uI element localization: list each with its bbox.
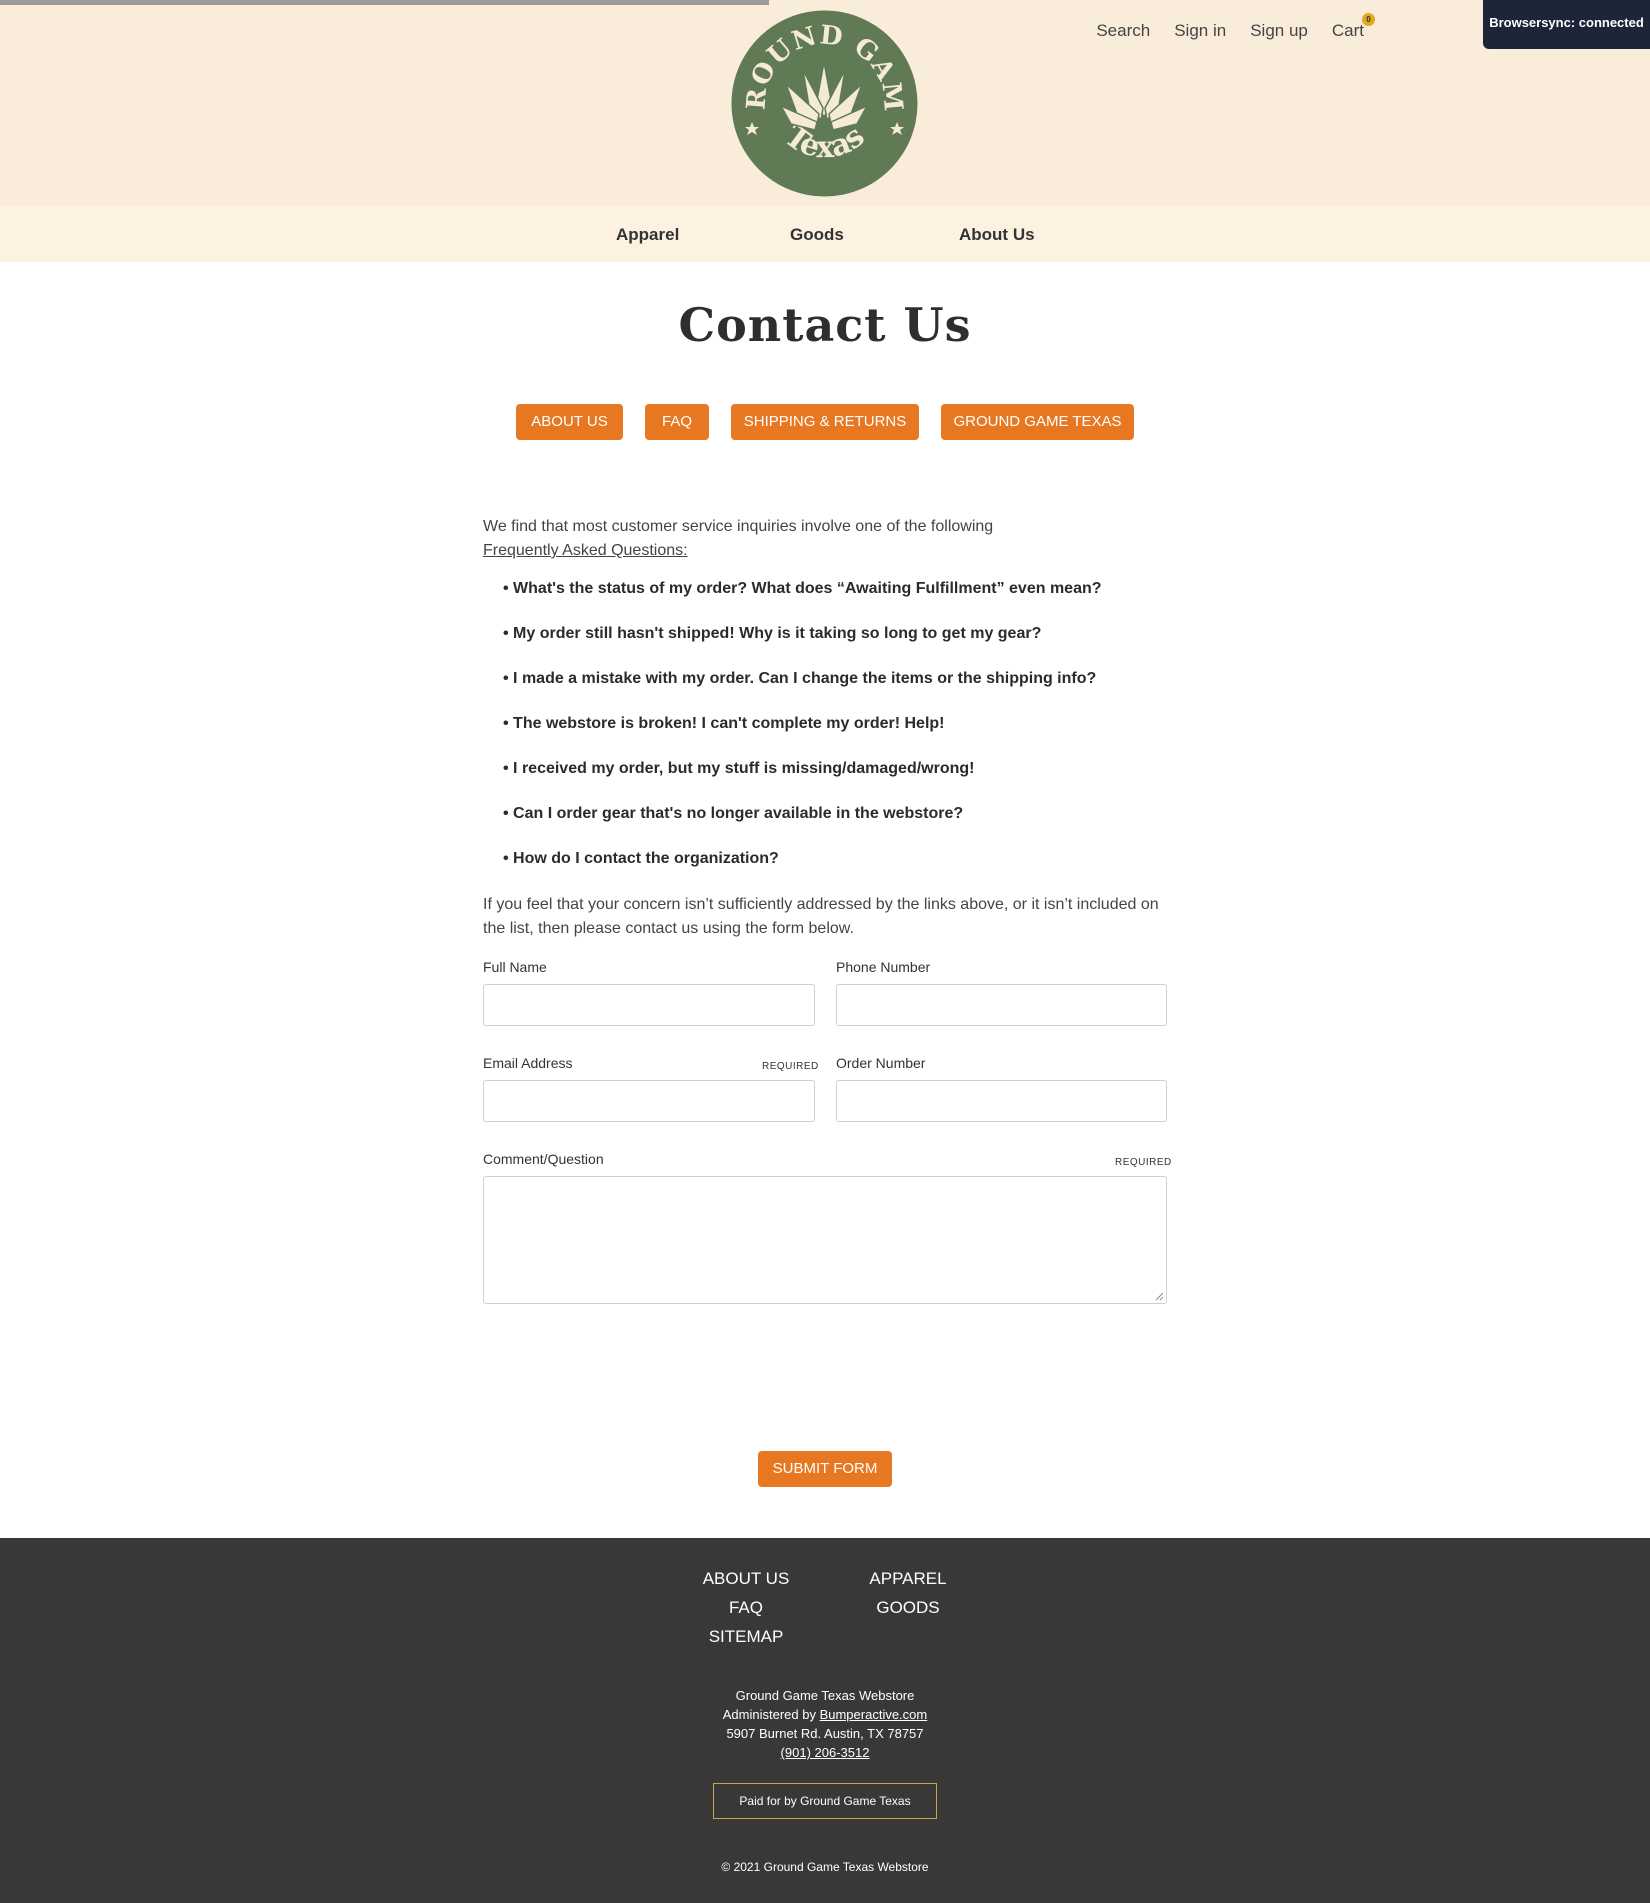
browsersync-notification: Browsersync: connected: [1483, 0, 1650, 49]
email-label: Email Address: [483, 1055, 573, 1071]
phone-label: Phone Number: [836, 959, 931, 975]
intro-sentence: We find that most customer service inqui…: [483, 518, 994, 535]
faq-list: • What's the status of my order? What do…: [483, 579, 1167, 894]
sign-up-link[interactable]: Sign up: [1250, 21, 1308, 41]
order-number-label: Order Number: [836, 1055, 926, 1071]
footer-store-name: Ground Game Texas Webstore: [735, 1688, 915, 1703]
order-number-input[interactable]: [836, 1080, 1167, 1122]
comment-required-tag: REQUIRED: [1115, 1157, 1172, 1168]
comment-label: Comment/Question: [483, 1151, 604, 1167]
footer-phone-link[interactable]: (901) 206-3512: [781, 1745, 870, 1760]
comment-textarea[interactable]: [483, 1176, 1167, 1304]
cart-link[interactable]: Cart 0: [1331, 13, 1375, 41]
nav-goods[interactable]: Goods: [790, 225, 844, 245]
footer-link-about-us[interactable]: ABOUT US: [696, 1569, 796, 1589]
concern-text: If you feel that your concern isn’t suff…: [483, 896, 1159, 937]
faq-item[interactable]: • Can I order gear that's no longer avai…: [483, 804, 1167, 849]
faq-item[interactable]: • I received my order, but my stuff is m…: [483, 759, 1167, 804]
footer-store-info: Ground Game Texas Webstore Administered …: [0, 1686, 1650, 1762]
faq-item[interactable]: • What's the status of my order? What do…: [483, 579, 1167, 624]
administered-prefix: Administered by: [722, 1707, 820, 1722]
faq-item[interactable]: • How do I contact the organization?: [483, 849, 1167, 894]
faq-link[interactable]: Frequently Asked Questions:: [483, 542, 688, 559]
resize-handle-icon[interactable]: [1155, 1292, 1164, 1301]
phone-input[interactable]: [836, 984, 1167, 1026]
page-load-progress-bar: [0, 0, 769, 5]
full-name-input[interactable]: [483, 984, 815, 1026]
paid-for-disclaimer: Paid for by Ground Game Texas: [713, 1783, 937, 1819]
footer-link-goods[interactable]: GOODS: [858, 1598, 958, 1618]
site-header: GROUND GAME Texas Search Sign in Sign up…: [0, 0, 1650, 206]
site-footer: ABOUT US FAQ SITEMAP APPAREL GOODS Groun…: [0, 1538, 1650, 1903]
page-title: Contact Us: [678, 298, 972, 352]
faq-item[interactable]: • I made a mistake with my order. Can I …: [483, 669, 1167, 714]
faq-button[interactable]: FAQ: [645, 404, 709, 440]
cart-label: Cart: [1331, 21, 1364, 40]
nav-about-us[interactable]: About Us: [959, 225, 1035, 245]
shipping-returns-button[interactable]: SHIPPING & RETURNS: [731, 404, 919, 440]
faq-item[interactable]: • My order still hasn't shipped! Why is …: [483, 624, 1167, 669]
submit-form-button[interactable]: SUBMIT FORM: [758, 1451, 892, 1487]
sign-in-link[interactable]: Sign in: [1174, 21, 1226, 41]
copyright-text: © 2021 Ground Game Texas Webstore: [721, 1860, 929, 1874]
nav-apparel[interactable]: Apparel: [616, 225, 679, 245]
footer-administered: Administered by Bumperactive.com: [0, 1705, 1650, 1724]
footer-link-sitemap[interactable]: SITEMAP: [696, 1627, 796, 1647]
site-logo[interactable]: GROUND GAME Texas: [731, 10, 918, 197]
contact-content: We find that most customer service inqui…: [483, 515, 1167, 937]
main-nav: Apparel Goods About Us: [0, 206, 1650, 262]
ground-game-texas-button[interactable]: GROUND GAME TEXAS: [941, 404, 1134, 440]
utility-nav: Search Sign in Sign up Cart 0: [1096, 13, 1375, 41]
footer-address: 5907 Burnet Rd. Austin, TX 78757: [726, 1726, 924, 1741]
cart-count-badge: 0: [1362, 13, 1375, 26]
email-input[interactable]: [483, 1080, 815, 1122]
intro-text: We find that most customer service inqui…: [483, 515, 1167, 563]
search-link[interactable]: Search: [1096, 21, 1150, 41]
faq-item[interactable]: • The webstore is broken! I can't comple…: [483, 714, 1167, 759]
footer-link-faq[interactable]: FAQ: [696, 1598, 796, 1618]
footer-link-apparel[interactable]: APPAREL: [858, 1569, 958, 1589]
email-required-tag: REQUIRED: [762, 1061, 819, 1072]
about-us-button[interactable]: ABOUT US: [516, 404, 623, 440]
bumperactive-link[interactable]: Bumperactive.com: [820, 1707, 928, 1722]
full-name-label: Full Name: [483, 959, 547, 975]
